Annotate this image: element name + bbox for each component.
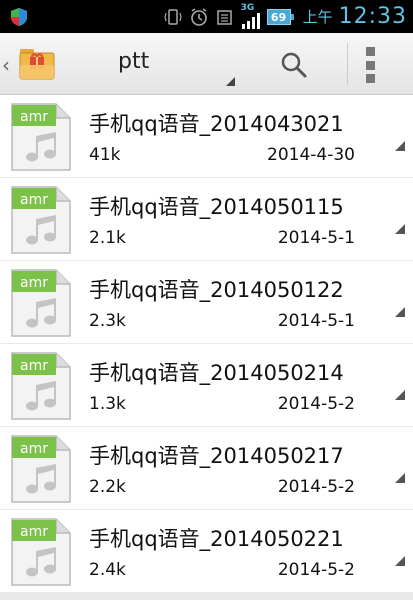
svg-text:amr: amr <box>20 358 48 374</box>
signal-strength-icon <box>241 13 260 29</box>
file-list: amr 手机qq语音_2014043021 41k 2014-4-30 amr … <box>0 95 413 596</box>
file-row[interactable]: amr 手机qq语音_2014050217 2.2k 2014-5-2 <box>0 427 413 513</box>
action-divider <box>347 43 348 85</box>
row-menu-corner-icon[interactable] <box>395 390 405 400</box>
file-date: 2014-5-2 <box>277 394 355 414</box>
file-name: 手机qq语音_2014050214 <box>89 361 344 385</box>
dropdown-corner-icon[interactable] <box>226 77 235 86</box>
sim-signal-icon <box>216 9 232 25</box>
file-date: 2014-5-1 <box>277 311 355 331</box>
svg-text:amr: amr <box>20 275 48 291</box>
file-row[interactable]: amr 手机qq语音_2014043021 41k 2014-4-30 <box>0 95 413 181</box>
row-menu-corner-icon[interactable] <box>395 224 405 234</box>
shield-icon <box>11 8 27 26</box>
amr-file-icon: amr <box>11 186 71 254</box>
file-date: 2014-5-2 <box>277 560 355 580</box>
search-icon[interactable] <box>280 51 308 79</box>
action-bar: ‹ ptt <box>0 33 413 95</box>
row-menu-corner-icon[interactable] <box>395 307 405 317</box>
amr-file-icon: amr <box>11 352 71 420</box>
file-name: 手机qq语音_2014050115 <box>89 195 344 219</box>
battery-level: 69 <box>266 8 294 25</box>
file-row[interactable]: amr 手机qq语音_2014050214 1.3k 2014-5-2 <box>0 344 413 430</box>
amr-file-icon: amr <box>11 435 71 503</box>
file-size: 2.3k <box>89 311 126 331</box>
row-menu-corner-icon[interactable] <box>395 556 405 566</box>
folder-title[interactable]: ptt <box>118 49 149 74</box>
time-period: 上午 <box>302 8 333 26</box>
row-menu-corner-icon[interactable] <box>395 141 405 151</box>
gift-folder-icon[interactable] <box>18 45 56 81</box>
file-row[interactable]: amr 手机qq语音_2014050122 2.3k 2014-5-1 <box>0 261 413 347</box>
amr-file-icon: amr <box>11 269 71 337</box>
chevron-left-icon[interactable]: ‹ <box>2 53 10 77</box>
file-row[interactable]: amr 手机qq语音_2014050115 2.1k 2014-5-1 <box>0 178 413 264</box>
row-menu-corner-icon[interactable] <box>395 473 405 483</box>
file-date: 2014-5-2 <box>277 477 355 497</box>
network-type-label: 3G <box>240 3 255 13</box>
file-size: 2.2k <box>89 477 126 497</box>
file-size: 1.3k <box>89 394 126 414</box>
svg-text:amr: amr <box>20 441 48 457</box>
svg-text:amr: amr <box>20 109 48 125</box>
status-bar: 3G 69 上午 12:33 <box>0 0 413 33</box>
file-date: 2014-5-1 <box>277 228 355 248</box>
file-name: 手机qq语音_2014050217 <box>89 444 344 468</box>
clock-time: 12:33 <box>338 4 407 29</box>
file-size: 2.1k <box>89 228 126 248</box>
amr-file-icon: amr <box>11 518 71 586</box>
overflow-menu-icon[interactable] <box>366 47 378 83</box>
file-name: 手机qq语音_2014050122 <box>89 278 344 302</box>
file-name: 手机qq语音_2014043021 <box>89 112 344 136</box>
vibrate-icon <box>163 8 182 25</box>
svg-text:amr: amr <box>20 192 48 208</box>
svg-text:amr: amr <box>20 524 48 540</box>
file-name: 手机qq语音_2014050221 <box>89 527 344 551</box>
amr-file-icon: amr <box>11 103 71 171</box>
file-size: 41k <box>89 145 121 165</box>
file-row[interactable]: amr 手机qq语音_2014050221 2.4k 2014-5-2 <box>0 510 413 596</box>
file-date: 2014-4-30 <box>267 145 355 165</box>
file-size: 2.4k <box>89 560 126 580</box>
alarm-icon <box>190 7 207 26</box>
